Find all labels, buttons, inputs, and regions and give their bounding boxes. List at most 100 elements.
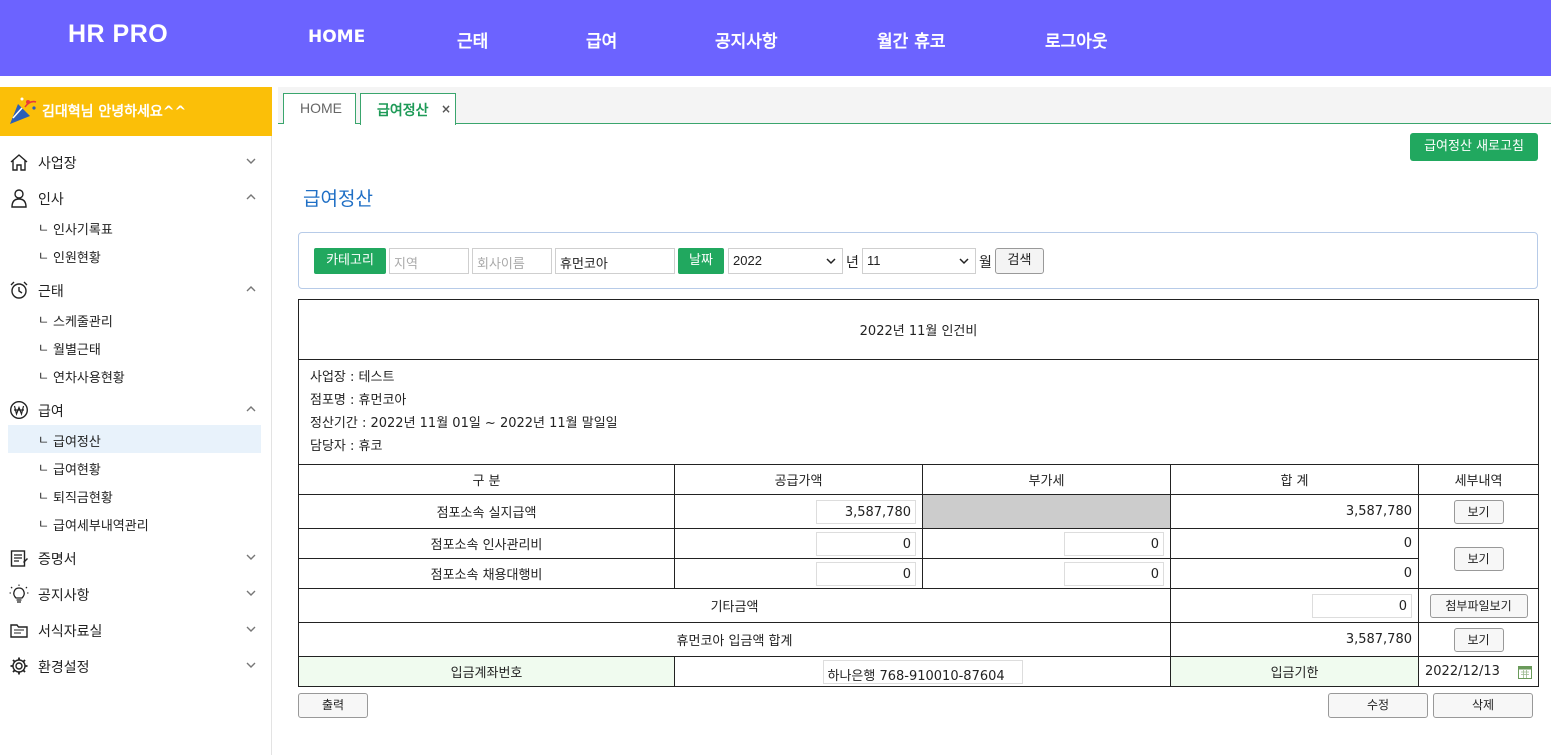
sidebar-item-label: 공지사항 [38, 588, 90, 604]
sidebar-item-forms[interactable]: 서식자료실 [0, 613, 272, 647]
sidebar: 김대혁님 안녕하세요^^ 사업장 인사 ㄴ 인사기록표 ㄴ 인원현황 근태 ㄴ … [0, 87, 272, 755]
vat-input[interactable]: 0 [1064, 531, 1164, 556]
sidebar-item-label: 증명서 [38, 552, 77, 568]
folder-icon [10, 624, 28, 638]
edit-button[interactable]: 수정 [1328, 693, 1428, 718]
chevron-down-icon [959, 258, 969, 265]
header-vat: 부가세 [922, 464, 1171, 495]
date-label-button[interactable]: 날짜 [678, 248, 724, 274]
sidebar-item-attendance[interactable]: 근태 [0, 273, 272, 307]
sidebar-item-label: 사업장 [38, 156, 77, 172]
sub-mark: ㄴ [38, 341, 50, 355]
table-row: 점포소속 채용대행비 0 0 0 [298, 558, 1539, 589]
chevron-down-icon [246, 554, 256, 560]
sidebar-sub-headcount[interactable]: ㄴ 인원현황 [8, 241, 261, 269]
sidebar-sub-schedule[interactable]: ㄴ 스케줄관리 [8, 305, 261, 333]
sidebar-sub-severance[interactable]: ㄴ 퇴직금현황 [8, 481, 261, 509]
info-store: 점포명 : 휴먼코아 [310, 393, 407, 408]
sidebar-item-label: 환경설정 [38, 660, 90, 676]
other-amount-input[interactable]: 0 [1312, 593, 1412, 618]
vat-disabled-cell [922, 494, 1171, 529]
sidebar-item-certificate[interactable]: 증명서 [0, 541, 272, 575]
print-button[interactable]: 출력 [298, 693, 368, 718]
delete-button[interactable]: 삭제 [1433, 693, 1533, 718]
chevron-up-icon [246, 286, 256, 292]
nav-logout[interactable]: 로그아웃 [1045, 27, 1108, 52]
store-input[interactable]: 휴먼코아 [555, 248, 675, 274]
supply-input[interactable]: 0 [816, 561, 916, 586]
sub-mark: ㄴ [38, 517, 50, 531]
company-name-input[interactable]: 회사이름 [472, 248, 552, 274]
vat-input[interactable]: 0 [1064, 561, 1164, 586]
sub-label: 월별근태 [53, 343, 101, 358]
report-title: 2022년 11월 인건비 [297, 299, 1540, 360]
row-total: 3,587,780 [1170, 494, 1419, 529]
nav-monthly-huco[interactable]: 월간 휴코 [877, 27, 945, 52]
chevron-up-icon [246, 194, 256, 200]
home-icon [10, 154, 28, 171]
view-button[interactable]: 보기 [1453, 546, 1504, 571]
header-category: 구 분 [298, 464, 675, 495]
brand-logo[interactable]: HR PRO [68, 20, 168, 49]
sidebar-item-notice[interactable]: 공지사항 [0, 577, 272, 611]
month-select[interactable]: 11 [862, 248, 976, 274]
tab-bar: HOME 급여정산 × [278, 87, 1551, 125]
nav-home[interactable]: HOME [308, 27, 365, 51]
supply-input[interactable]: 3,587,780 [816, 499, 916, 524]
month-unit: 월 [979, 255, 992, 271]
calendar-icon[interactable] [1518, 665, 1533, 679]
sidebar-item-label: 급여 [38, 404, 64, 420]
sub-label: 급여현황 [53, 463, 101, 478]
header-detail: 세부내역 [1417, 464, 1540, 495]
category-label-button[interactable]: 카테고리 [314, 248, 386, 274]
sidebar-sub-monthly-attendance[interactable]: ㄴ 월별근태 [8, 333, 261, 361]
table-header-row: 구 분 공급가액 부가세 합 계 세부내역 [298, 464, 1540, 495]
sub-label: 인사기록표 [53, 223, 113, 238]
sidebar-item-settings[interactable]: 환경설정 [0, 649, 272, 683]
account-input[interactable]: 하나은행 768-910010-87604 [822, 659, 1023, 684]
year-value: 2022 [733, 253, 762, 268]
party-popper-icon [10, 97, 37, 124]
search-button[interactable]: 검색 [995, 248, 1044, 274]
tab-payroll-settlement[interactable]: 급여정산 × [360, 93, 456, 125]
sub-label: 급여정산 [53, 435, 101, 450]
sub-mark: ㄴ [38, 369, 50, 383]
chevron-down-icon [246, 590, 256, 596]
sub-mark: ㄴ [38, 489, 50, 503]
sub-label: 급여세부내역관리 [53, 519, 149, 534]
lightbulb-icon [9, 584, 29, 603]
chevron-down-icon [826, 258, 836, 265]
person-icon [11, 189, 27, 208]
close-icon[interactable]: × [441, 102, 451, 116]
tab-home[interactable]: HOME [283, 93, 356, 124]
sidebar-item-hr[interactable]: 인사 [0, 181, 272, 215]
sidebar-item-payroll[interactable]: 급여 [0, 393, 272, 427]
info-period: 정산기간 : 2022년 11월 01일 ~ 2022년 11월 말일일 [310, 416, 618, 431]
nav-payroll[interactable]: 급여 [586, 27, 617, 52]
view-button[interactable]: 보기 [1453, 627, 1504, 652]
due-date-input[interactable]: 2022/12/13 [1425, 664, 1500, 679]
sidebar-sub-payroll-detail[interactable]: ㄴ 급여세부내역관리 [8, 509, 261, 537]
info-workplace: 사업장 : 테스트 [310, 370, 395, 385]
sidebar-item-workplace[interactable]: 사업장 [0, 145, 272, 179]
region-input[interactable]: 지역 [389, 248, 469, 274]
other-amount-label: 기타금액 [298, 588, 1171, 623]
row-total: 0 [1170, 528, 1419, 559]
chevron-down-icon [246, 662, 256, 668]
sidebar-item-label: 인사 [38, 192, 64, 208]
row-label: 점포소속 채용대행비 [298, 558, 675, 589]
attachment-view-button[interactable]: 첨부파일보기 [1429, 593, 1528, 618]
sidebar-sub-hr-record[interactable]: ㄴ 인사기록표 [8, 213, 261, 241]
nav-notice[interactable]: 공지사항 [715, 27, 778, 52]
sub-mark: ㄴ [38, 249, 50, 263]
sub-label: 연차사용현황 [53, 371, 125, 386]
refresh-payroll-button[interactable]: 급여정산 새로고침 [1410, 133, 1538, 161]
year-select[interactable]: 2022 [728, 248, 843, 274]
view-button[interactable]: 보기 [1453, 499, 1504, 524]
nav-attendance[interactable]: 근태 [457, 27, 488, 52]
supply-input[interactable]: 0 [816, 531, 916, 556]
alarm-clock-icon [10, 281, 28, 299]
sidebar-sub-annual-leave[interactable]: ㄴ 연차사용현황 [8, 361, 261, 389]
sidebar-sub-payroll-settlement[interactable]: ㄴ 급여정산 [8, 425, 261, 453]
sidebar-sub-payroll-status[interactable]: ㄴ 급여현황 [8, 453, 261, 481]
